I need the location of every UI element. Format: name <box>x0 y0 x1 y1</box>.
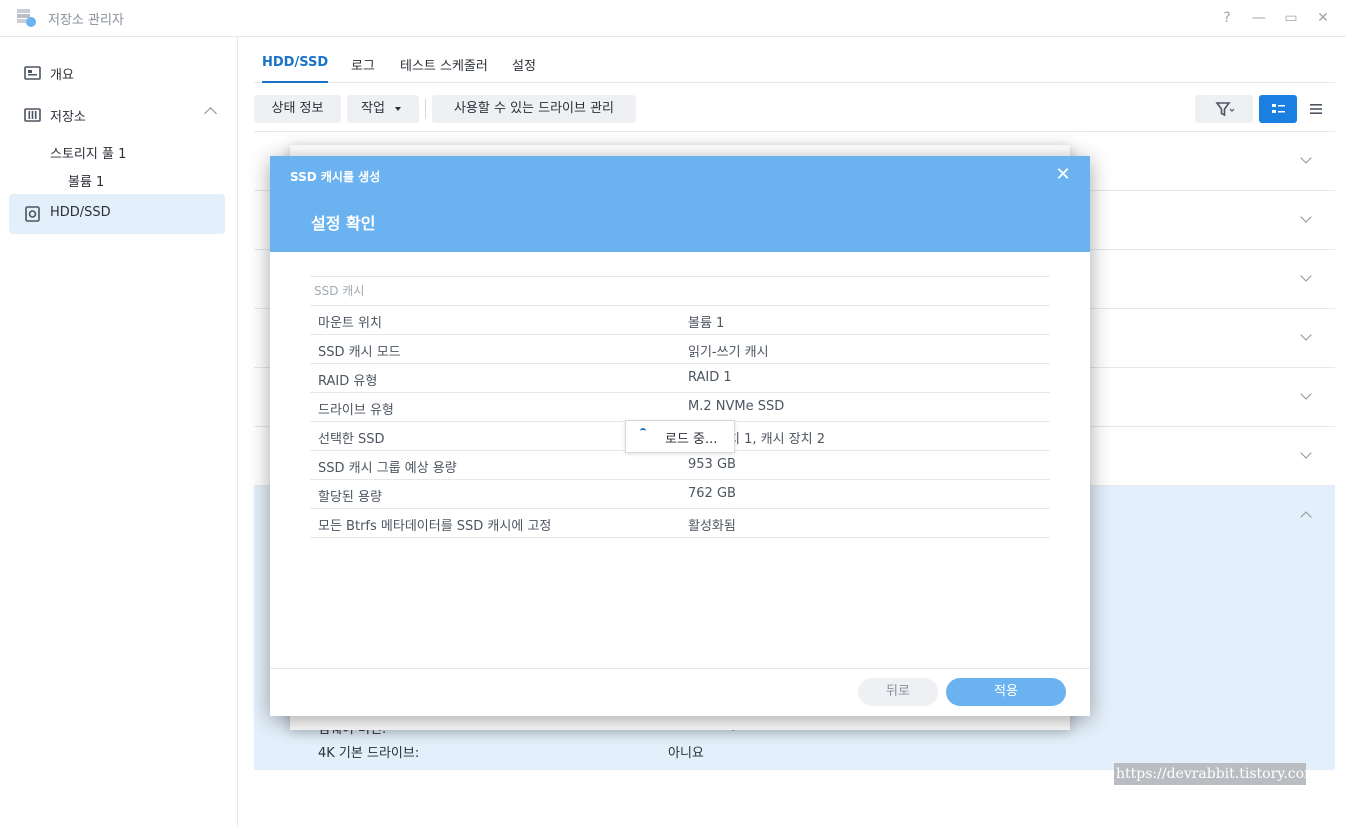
row-key: 할당된 용량 <box>318 490 382 505</box>
detail-list-icon <box>1272 104 1285 113</box>
create-ssd-cache-dialog: SSD 캐시를 생성 ✕ 설정 확인 SSD 캐시 마운트 위치 볼륨 1 SSD… <box>270 156 1090 716</box>
row-value: 볼륨 1 <box>688 316 725 331</box>
apply-button[interactable]: 적용 <box>946 678 1066 706</box>
row-key: SSD 캐시 모드 <box>318 345 401 360</box>
row-key: 드라이브 유형 <box>318 403 394 418</box>
loading-text: 로드 중... <box>665 432 718 447</box>
storage-icon <box>24 108 41 122</box>
chevron-up-icon[interactable] <box>1300 511 1312 523</box>
spinner-icon <box>640 428 646 434</box>
chevron-down-icon[interactable] <box>1300 152 1312 164</box>
loading-indicator: 로드 중... <box>625 420 735 453</box>
table-row: 마운트 위치 볼륨 1 <box>310 306 1050 335</box>
native-4k-value: 아니요 <box>668 746 704 761</box>
chevron-down-icon[interactable] <box>1300 329 1312 341</box>
active-tab-indicator <box>262 81 328 83</box>
close-window-icon[interactable]: ✕ <box>1313 8 1333 28</box>
row-value: 활성화됨 <box>688 519 736 534</box>
manage-available-drives-button[interactable]: 사용할 수 있는 드라이브 관리 <box>432 95 636 123</box>
row-value: M.2 NVMe SSD <box>688 399 785 414</box>
table-row: 할당된 용량 762 GB <box>310 480 1050 509</box>
row-key: SSD 캐시 그룹 예상 용량 <box>318 461 457 476</box>
watermark-text: https://devrabbit.tistory.com <box>1114 763 1317 785</box>
row-key: 선택한 SSD <box>318 432 385 447</box>
summary-section-header: SSD 캐시 <box>310 277 1050 306</box>
sidebar-item-storage[interactable]: 저장소 <box>9 95 225 135</box>
sidebar-item-label: HDD/SSD <box>50 205 111 220</box>
chevron-down-icon[interactable] <box>1300 388 1312 400</box>
sidebar-item-label: 개요 <box>50 68 74 83</box>
row-value: 953 GB <box>688 457 736 472</box>
native-4k-label: 4K 기본 드라이브: <box>318 746 420 761</box>
sidebar: 개요 저장소 스토리지 풀 1 볼륨 1 HDD/SSD <box>0 37 238 826</box>
table-row: 모든 Btrfs 메타데이터를 SSD 캐시에 고정 활성화됨 <box>310 509 1050 538</box>
table-row: RAID 유형 RAID 1 <box>310 364 1050 393</box>
hdd-icon <box>25 206 40 222</box>
sidebar-item-overview[interactable]: 개요 <box>9 53 225 93</box>
dialog-header: SSD 캐시를 생성 ✕ 설정 확인 <box>270 156 1090 252</box>
storage-manager-icon <box>17 9 36 27</box>
tab-test-scheduler[interactable]: 테스트 스케줄러 <box>400 55 488 74</box>
row-key: RAID 유형 <box>318 374 378 389</box>
sidebar-item-volume[interactable]: 볼륨 1 <box>68 171 104 190</box>
row-value: 읽기-쓰기 캐시 <box>688 345 769 360</box>
back-button[interactable]: 뒤로 <box>858 678 938 706</box>
chevron-down-icon[interactable] <box>1300 447 1312 459</box>
row-key: 모든 Btrfs 메타데이터를 SSD 캐시에 고정 <box>318 519 552 534</box>
row-key: 마운트 위치 <box>318 316 382 331</box>
action-button[interactable]: 작업 <box>347 95 419 123</box>
row-value: 762 GB <box>688 486 736 501</box>
tab-log[interactable]: 로그 <box>351 55 375 74</box>
window-titlebar: 저장소 관리자 ? — ▭ ✕ <box>0 0 1346 37</box>
toolbar-divider <box>425 99 426 119</box>
chevron-down-icon[interactable] <box>1300 211 1312 223</box>
filter-icon <box>1215 102 1235 117</box>
tab-hddssd[interactable]: HDD/SSD <box>262 55 328 70</box>
sidebar-item-storage-pool[interactable]: 스토리지 풀 1 <box>50 143 126 162</box>
table-row: SSD 캐시 모드 읽기-쓰기 캐시 <box>310 335 1050 364</box>
action-button-label: 작업 <box>361 101 385 116</box>
close-icon[interactable]: ✕ <box>1054 166 1072 184</box>
settings-summary-table: SSD 캐시 마운트 위치 볼륨 1 SSD 캐시 모드 읽기-쓰기 캐시 RAID… <box>310 276 1050 538</box>
status-info-button[interactable]: 상태 정보 <box>254 95 341 123</box>
main-tabs: HDD/SSD 로그 테스트 스케줄러 설정 <box>254 37 1335 83</box>
list-view-compact-button[interactable] <box>1297 95 1335 123</box>
table-row: 드라이브 유형 M.2 NVMe SSD <box>310 393 1050 422</box>
dialog-step-title: 설정 확인 <box>311 214 376 233</box>
compact-list-icon <box>1310 104 1322 114</box>
list-view-detailed-button[interactable] <box>1259 95 1297 123</box>
maximize-icon[interactable]: ▭ <box>1281 8 1301 28</box>
minimize-icon[interactable]: — <box>1249 8 1269 28</box>
dropdown-caret-icon <box>395 106 402 111</box>
sidebar-item-label: 저장소 <box>50 110 86 125</box>
tab-settings[interactable]: 설정 <box>512 55 536 74</box>
sidebar-item-hddssd[interactable]: HDD/SSD <box>9 194 225 234</box>
overview-icon <box>24 66 41 80</box>
chevron-up-icon[interactable] <box>204 107 217 120</box>
dialog-title: SSD 캐시를 생성 <box>290 170 381 184</box>
row-value: RAID 1 <box>688 370 732 385</box>
filter-button[interactable] <box>1195 95 1253 123</box>
table-row: SSD 캐시 그룹 예상 용량 953 GB <box>310 451 1050 480</box>
chevron-down-icon[interactable] <box>1300 270 1312 282</box>
help-icon[interactable]: ? <box>1217 8 1237 28</box>
dialog-footer: 뒤로 적용 <box>270 668 1090 716</box>
window-title: 저장소 관리자 <box>48 13 124 28</box>
